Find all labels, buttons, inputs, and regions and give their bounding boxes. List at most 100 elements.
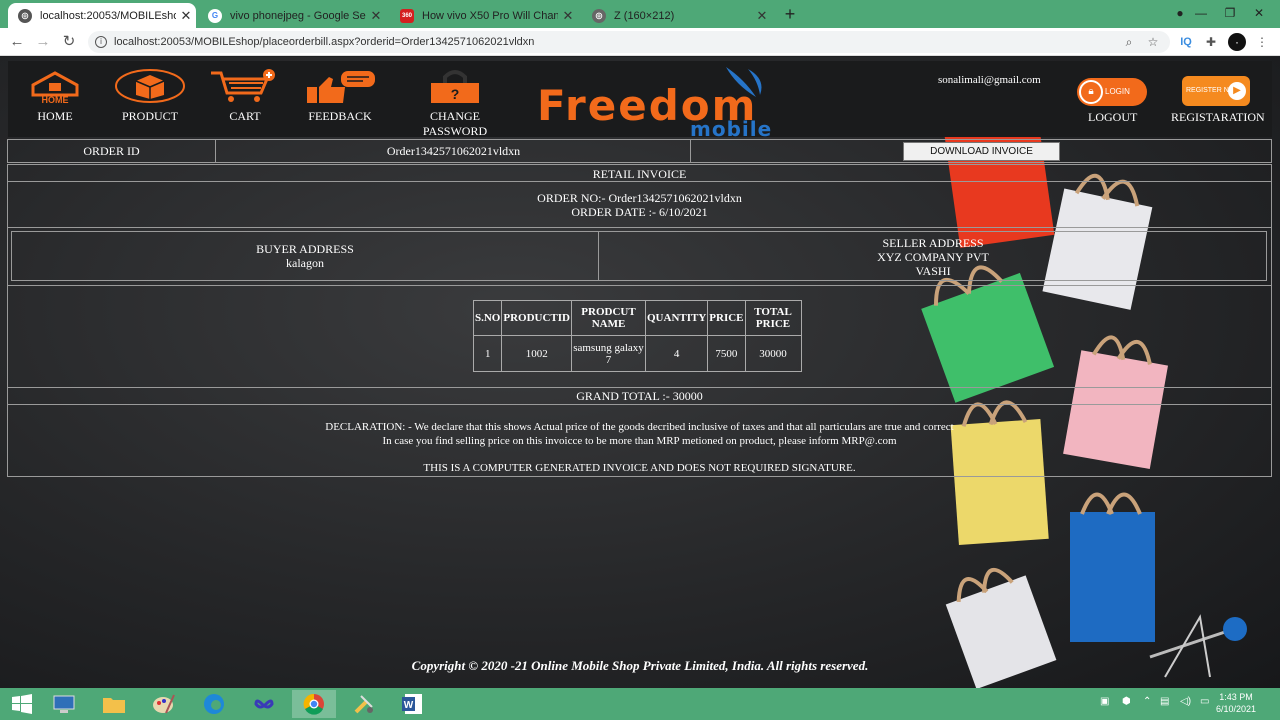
logo-sub-text: mobile <box>690 117 773 141</box>
minimize-button[interactable]: — <box>1188 2 1214 24</box>
table-row: 1 1002 samsung galaxy 7 4 7500 30000 <box>472 335 802 372</box>
volume-icon[interactable]: ◁) <box>1180 696 1191 707</box>
browser-tab-strip: ◎ localhost:20053/MOBILEshop/pla ✕ G viv… <box>0 0 1280 28</box>
extensions-puzzle-icon[interactable]: ✚ <box>1202 33 1220 51</box>
site-favicon-icon: 360 <box>400 8 414 23</box>
login-button[interactable]: 🔒︎ LOGIN <box>1077 78 1147 106</box>
taskbar-app-tools[interactable] <box>342 690 386 718</box>
tray-icon-2[interactable]: ⬢ <box>1122 696 1131 707</box>
computer-icon <box>53 695 75 713</box>
invoice-title: RETAIL INVOICE <box>592 167 687 181</box>
col-price: PRICE <box>707 300 746 336</box>
order-id-label: ORDER ID <box>83 144 140 158</box>
invoice-order-no: ORDER NO:- Order1342571062021vldxn <box>537 191 742 205</box>
bookmark-star-icon[interactable]: ☆ <box>1144 33 1162 51</box>
close-tab-icon[interactable]: ✕ <box>366 8 386 24</box>
new-tab-button[interactable]: + <box>781 4 799 24</box>
tray-icon-1[interactable]: ▣ <box>1100 696 1109 707</box>
blue-bag <box>1070 492 1155 642</box>
word-icon: W <box>402 694 422 714</box>
globe-icon: ◎ <box>592 8 606 23</box>
reload-button[interactable]: ↻ <box>60 33 78 51</box>
restore-button[interactable]: ❐ <box>1217 2 1243 24</box>
globe-icon: ◎ <box>18 8 32 23</box>
nav-change-password[interactable]: ? CHANGE PASSWORD <box>398 69 512 139</box>
back-button[interactable]: ← <box>8 33 26 51</box>
site-info-icon[interactable]: i <box>95 36 107 48</box>
product-table: S.NO PRODUCTID PRODCUT NAME QUANTITY PRI… <box>472 300 802 372</box>
taskbar-app-vs[interactable] <box>242 690 286 718</box>
start-button[interactable] <box>0 690 44 718</box>
computer-generated-note: THIS IS A COMPUTER GENERATED INVOICE AND… <box>423 462 856 474</box>
seller-address-line1: XYZ COMPANY PVT <box>877 250 989 264</box>
padlock-icon: ? <box>431 70 479 103</box>
nav-cart[interactable]: CART <box>209 69 281 124</box>
buyer-address-value: kalagon <box>286 256 324 270</box>
col-productid: PRODUCTID <box>501 300 572 336</box>
taskbar-app-chrome[interactable] <box>292 690 336 718</box>
nav-feedback[interactable]: FEEDBACK <box>303 69 377 124</box>
seller-address-line2: VASHI <box>915 264 951 278</box>
order-id-value: Order1342571062021vldxn <box>386 144 521 158</box>
declaration-line2: In case you find selling price on this i… <box>382 435 897 447</box>
logout-link[interactable]: LOGOUT <box>1088 110 1137 125</box>
taskbar-app-paint[interactable] <box>142 690 186 718</box>
user-icon: 🔒︎ <box>1079 80 1103 104</box>
cart-plus-icon <box>211 69 275 102</box>
windows-logo-icon <box>12 694 32 714</box>
infinity-icon <box>254 699 274 709</box>
table-header-row: S.NO PRODUCTID PRODCUT NAME QUANTITY PRI… <box>472 300 802 336</box>
play-arrow-icon: ▶ <box>1228 82 1246 100</box>
google-icon: G <box>208 8 222 23</box>
zoom-icon[interactable]: ⌕ <box>1120 33 1138 51</box>
user-email: sonalimali@gmail.com <box>938 74 1041 86</box>
close-tab-icon[interactable]: ✕ <box>752 8 772 24</box>
svg-text:?: ? <box>451 86 460 102</box>
col-product-name: PRODCUT NAME <box>571 300 646 336</box>
nav-product[interactable]: PRODUCT <box>112 69 188 124</box>
tray-chevron-icon[interactable]: ⌃ <box>1143 696 1151 707</box>
address-bar[interactable]: i localhost:20053/MOBILEshop/placeorderb… <box>88 31 1170 53</box>
taskbar-app-word[interactable]: W <box>390 690 434 718</box>
browser-menu-icon[interactable]: ⋮ <box>1253 33 1271 51</box>
system-clock[interactable]: 1:43 PM 6/10/2021 <box>1216 691 1256 715</box>
tab-localhost[interactable]: ◎ localhost:20053/MOBILEshop/pla ✕ <box>8 3 196 28</box>
edge-browser-icon <box>204 694 224 714</box>
paint-palette-icon <box>153 694 175 714</box>
folder-icon <box>103 698 125 713</box>
invoice-divider <box>7 285 1272 286</box>
buyer-address-label: BUYER ADDRESS <box>256 242 354 256</box>
invoice-divider <box>7 387 1272 388</box>
nav-home[interactable]: HOME HOME <box>24 69 86 124</box>
chrome-icon <box>303 693 324 715</box>
address-text: localhost:20053/MOBILEshop/placeorderbil… <box>114 36 535 48</box>
tab-image[interactable]: ◎ Z (160×212) ✕ <box>582 3 772 28</box>
invoice-divider <box>7 227 1272 228</box>
col-sno: S.NO <box>472 300 503 336</box>
register-now-button[interactable]: REGISTER NOW ▶ <box>1182 76 1250 106</box>
profile-avatar[interactable]: · <box>1228 33 1246 51</box>
seller-address-label: SELLER ADDRESS <box>882 236 984 250</box>
taskbar-app-explorer[interactable] <box>92 690 136 718</box>
iq-extension-icon[interactable]: IQ <box>1177 33 1195 51</box>
forward-button[interactable]: → <box>34 33 52 51</box>
download-invoice-button[interactable]: DOWNLOAD INVOICE <box>903 142 1060 161</box>
box-icon <box>115 69 185 103</box>
freedom-mobile-logo: Freedom mobile <box>537 65 827 141</box>
notification-icon[interactable]: ▭ <box>1200 696 1209 707</box>
windows-taskbar: W ▣ ⬢ ⌃ ▤ ◁) ▭ 1:43 PM 6/10/2021 <box>0 688 1280 720</box>
tab-vivo-article[interactable]: 360 How vivo X50 Pro Will Change th ✕ <box>390 3 578 28</box>
registration-link[interactable]: REGISTARATION <box>1171 110 1265 125</box>
close-window-button[interactable]: ✕ <box>1246 2 1272 24</box>
thumbs-up-chat-icon <box>307 71 375 103</box>
house-icon: HOME <box>31 71 79 105</box>
close-tab-icon[interactable]: ✕ <box>176 8 196 24</box>
close-tab-icon[interactable]: ✕ <box>558 8 578 24</box>
invoice-order-date: ORDER DATE :- 6/10/2021 <box>571 205 708 219</box>
invoice-divider <box>7 404 1272 405</box>
tab-google-search[interactable]: G vivo phonejpeg - Google Search ✕ <box>198 3 386 28</box>
network-icon[interactable]: ▤ <box>1160 696 1169 707</box>
taskbar-app-computer[interactable] <box>42 690 86 718</box>
taskbar-app-edge[interactable] <box>192 690 236 718</box>
grand-total: GRAND TOTAL :- 30000 <box>576 389 703 403</box>
